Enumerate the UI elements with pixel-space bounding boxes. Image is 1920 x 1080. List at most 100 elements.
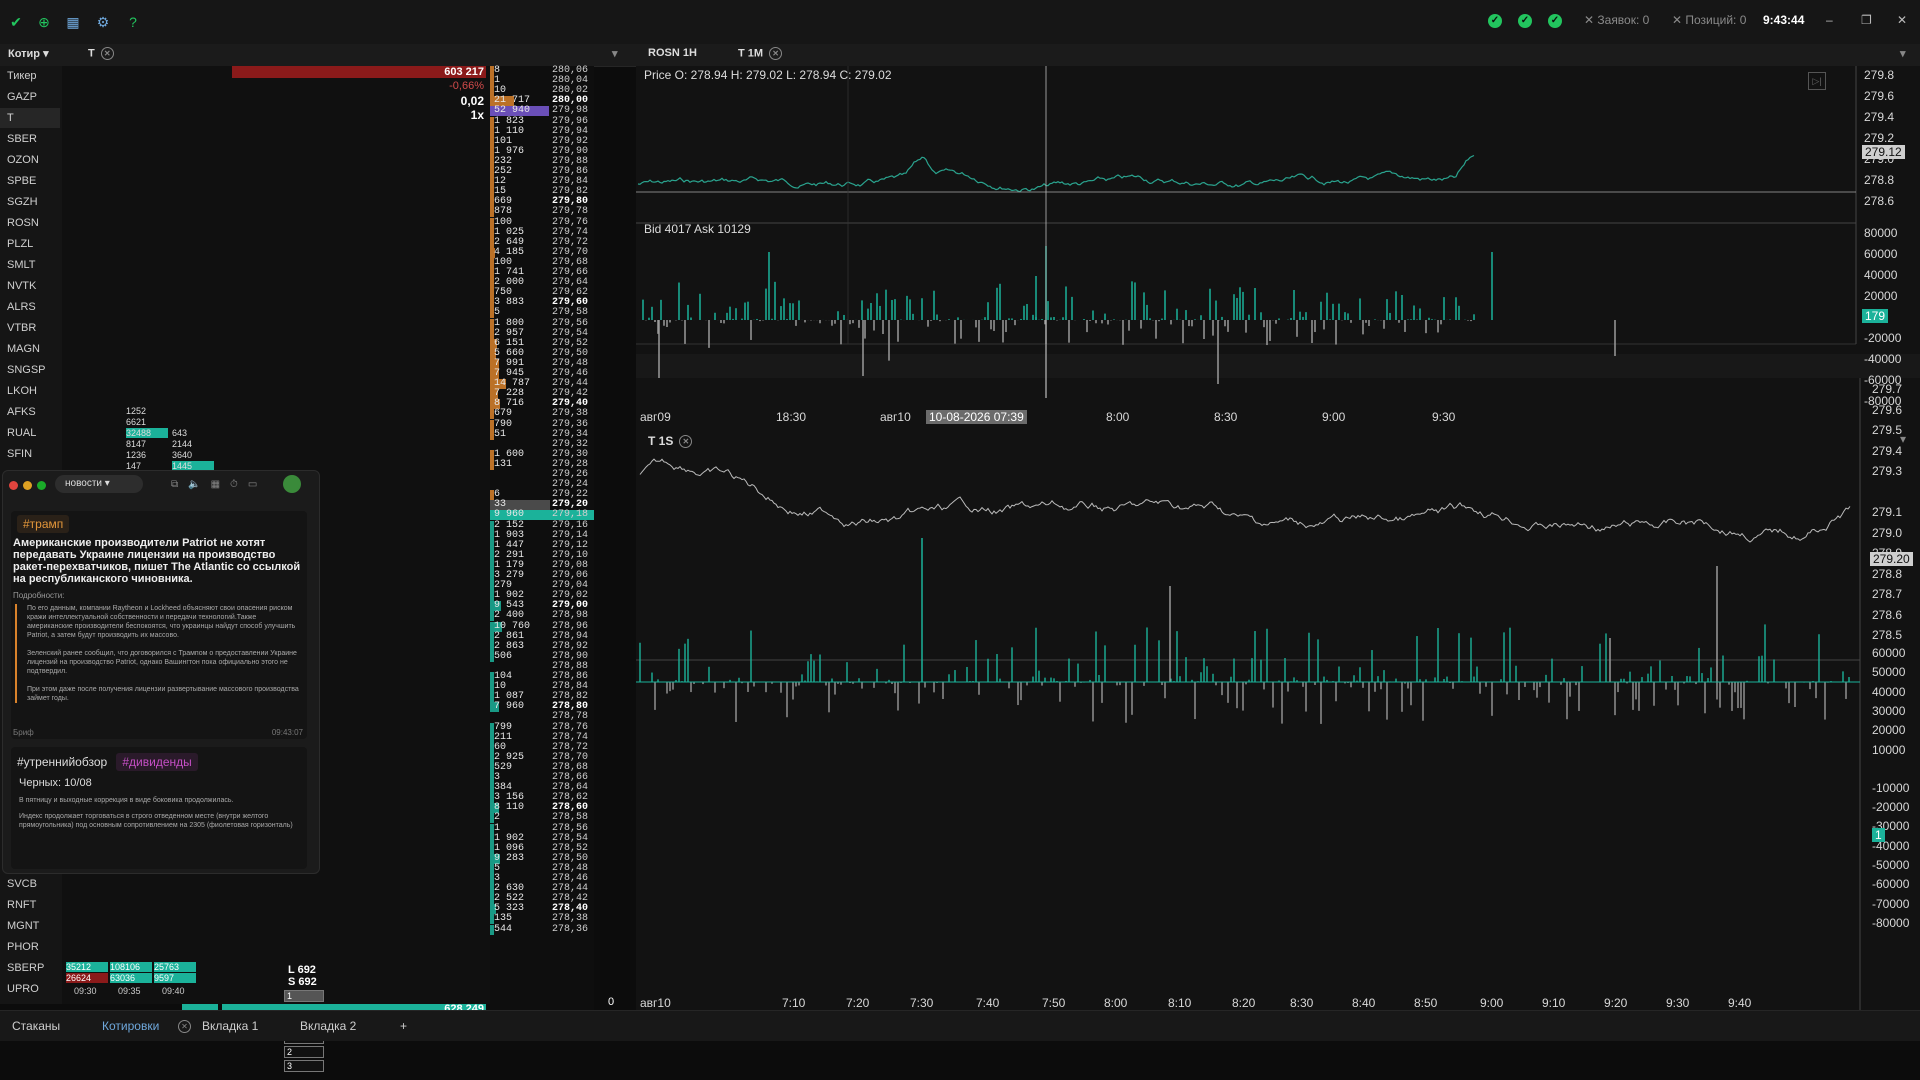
ticker-item[interactable]: UPRO bbox=[0, 979, 60, 999]
book-volume: 2 152 bbox=[494, 519, 525, 531]
ticker-item[interactable]: SGZH bbox=[0, 192, 60, 212]
ticker-item[interactable]: PHOR bbox=[0, 937, 60, 957]
ticker-item[interactable]: AFKS bbox=[0, 402, 60, 422]
book-row[interactable]: 5 279,58 bbox=[490, 308, 594, 319]
axis-tick-label: 8:20 bbox=[1232, 996, 1256, 1010]
help-icon[interactable]: ? bbox=[123, 12, 143, 32]
book-row[interactable]: 790 279,36 bbox=[490, 418, 594, 430]
close-icon[interactable]: ✕ bbox=[679, 435, 693, 449]
ticker-item[interactable]: VTBR bbox=[0, 318, 60, 338]
book-row[interactable]: 878 279,78 bbox=[490, 207, 594, 218]
book-row[interactable]: 2 278,58 bbox=[490, 813, 594, 824]
book-row[interactable]: 52 940 279,98 bbox=[490, 106, 594, 117]
news-subtitle: Черных: 10/08 bbox=[19, 777, 92, 789]
gear-icon[interactable]: ⚙ bbox=[93, 12, 113, 32]
book-volume: 790 bbox=[494, 418, 513, 430]
ticker-item[interactable]: PLZL bbox=[0, 234, 60, 254]
charts-svg[interactable] bbox=[636, 66, 1920, 1010]
order-book: 8 280,06 1 280,04 10 280,02 21 717 280,00 52 940… bbox=[490, 66, 594, 1010]
positions-label: Позиций: 0 bbox=[1685, 13, 1747, 27]
axis-tick-label: 279.6 bbox=[1872, 402, 1903, 417]
book-row[interactable]: 1 823 279,96 bbox=[490, 116, 594, 127]
ticker-item[interactable]: RUAL bbox=[0, 423, 60, 443]
quotes-dropdown[interactable]: Котир ▾ bbox=[8, 47, 49, 60]
book-row[interactable]: 2 400 278,98 bbox=[490, 611, 594, 622]
pin-icon[interactable] bbox=[283, 475, 301, 493]
ticker-item[interactable]: ALRS bbox=[0, 297, 60, 317]
ticker-item[interactable]: OZON bbox=[0, 150, 60, 170]
scroll-to-end-icon[interactable]: ▷| bbox=[1808, 72, 1826, 90]
book-row[interactable]: 10 760 278,96 bbox=[490, 621, 594, 632]
ticker-item[interactable]: MAGN bbox=[0, 339, 60, 359]
tab-ticker[interactable]: T ✕ bbox=[88, 47, 114, 60]
qty-input[interactable]: 2 bbox=[284, 1046, 324, 1058]
book-volume bbox=[492, 470, 494, 480]
close-icon[interactable]: ✕ bbox=[178, 1020, 191, 1033]
ticker-item[interactable]: SVCB bbox=[0, 874, 60, 894]
mini-cell: 2144 bbox=[172, 439, 193, 449]
qty-input[interactable]: 1 bbox=[284, 990, 324, 1002]
bottom-tab[interactable]: Котировки bbox=[102, 1019, 159, 1033]
news-card-1[interactable]: #трамп Американские производители Patrio… bbox=[11, 511, 307, 739]
minimize-button[interactable]: – bbox=[1826, 13, 1833, 27]
tab-t-1m[interactable]: T 1M ✕ bbox=[738, 47, 783, 60]
news-toolbar-icons[interactable]: ⧉🔈▦⏱▭ bbox=[171, 479, 267, 490]
ticker-item[interactable]: T bbox=[0, 108, 60, 128]
book-row[interactable]: 2 152 279,16 bbox=[490, 519, 594, 531]
chevron-down-icon[interactable]: ▾ bbox=[612, 47, 618, 60]
add-icon[interactable]: ⊕ bbox=[34, 12, 54, 32]
ticker-item[interactable]: SBERP bbox=[0, 958, 60, 978]
orders-count: ✕ Заявок: 0 bbox=[1584, 13, 1650, 27]
minimize-dot-icon[interactable] bbox=[23, 481, 32, 490]
axis-tick-label: 279.5 bbox=[1872, 423, 1903, 437]
axis-tick-label: 278.6 bbox=[1864, 194, 1895, 208]
close-dot-icon[interactable] bbox=[9, 481, 18, 490]
tab-t-1m-label: T 1M bbox=[738, 47, 764, 60]
news-tag[interactable]: #утреннийобзор bbox=[17, 755, 107, 769]
ticker-item[interactable]: MGNT bbox=[0, 916, 60, 936]
book-row[interactable]: 679 279,38 bbox=[490, 409, 594, 420]
book-volume: 1 800 bbox=[494, 317, 525, 329]
close-window-button[interactable]: ✕ bbox=[1897, 13, 1907, 27]
close-icon[interactable]: ✕ bbox=[100, 47, 114, 60]
ticker-item[interactable]: SBER bbox=[0, 129, 60, 149]
ticker-item[interactable]: GAZP bbox=[0, 87, 60, 107]
grid-icon[interactable]: ▦ bbox=[63, 12, 83, 32]
book-row[interactable]: 135 278,38 bbox=[490, 914, 594, 925]
time-label: 09:35 bbox=[118, 986, 141, 996]
book-row[interactable]: 9 960 279,18 bbox=[490, 510, 594, 521]
ticker-item[interactable]: SPBE bbox=[0, 171, 60, 191]
news-card-2[interactable]: #утреннийобзор #дивиденды Черных: 10/08 … bbox=[11, 747, 307, 869]
news-source-select[interactable]: новости ▾ bbox=[55, 475, 143, 493]
book-row[interactable]: 100 279,76 bbox=[490, 217, 594, 228]
book-row[interactable]: 1 278,56 bbox=[490, 823, 594, 834]
book-row[interactable]: 544 278,36 bbox=[490, 923, 594, 935]
bottom-tab[interactable]: + bbox=[400, 1019, 407, 1033]
ticker-item[interactable]: NVTK bbox=[0, 276, 60, 296]
tab-t-1s[interactable]: T 1S ✕ bbox=[648, 434, 693, 449]
chevron-down-icon[interactable]: ▾ bbox=[1900, 47, 1906, 60]
bottom-tab[interactable]: Вкладка 1 bbox=[202, 1019, 258, 1033]
time-label: 09:30 bbox=[74, 986, 97, 996]
news-tag[interactable]: #дивиденды bbox=[116, 753, 198, 771]
ticker-item[interactable]: SNGSP bbox=[0, 360, 60, 380]
ticker-item[interactable]: SMLT bbox=[0, 255, 60, 275]
book-row[interactable]: 799 278,76 bbox=[490, 722, 594, 733]
tab-rosn-1h[interactable]: ROSN 1H bbox=[648, 47, 697, 59]
book-row[interactable]: 278,78 bbox=[490, 712, 594, 722]
ticker-item[interactable]: LKOH bbox=[0, 381, 60, 401]
axis-tick-label: 8:10 bbox=[1168, 996, 1192, 1010]
ticker-item[interactable]: RNFT bbox=[0, 895, 60, 915]
axis-tick-label: авг09 bbox=[640, 410, 671, 424]
ticker-item[interactable]: SFIN bbox=[0, 444, 60, 464]
ticker-item[interactable]: ROSN bbox=[0, 213, 60, 233]
bottom-tab[interactable]: Вкладка 2 bbox=[300, 1019, 356, 1033]
close-icon[interactable]: ✕ bbox=[769, 47, 783, 60]
book-price: 278,36 bbox=[551, 923, 588, 935]
news-tag[interactable]: #трамп bbox=[17, 515, 70, 533]
maximize-dot-icon[interactable] bbox=[37, 481, 46, 490]
restore-button[interactable]: ❐ bbox=[1861, 13, 1872, 27]
bottom-tab[interactable]: Стаканы bbox=[12, 1019, 60, 1033]
qty-input[interactable]: 3 bbox=[284, 1060, 324, 1072]
book-row[interactable]: 1 800 279,56 bbox=[490, 317, 594, 329]
